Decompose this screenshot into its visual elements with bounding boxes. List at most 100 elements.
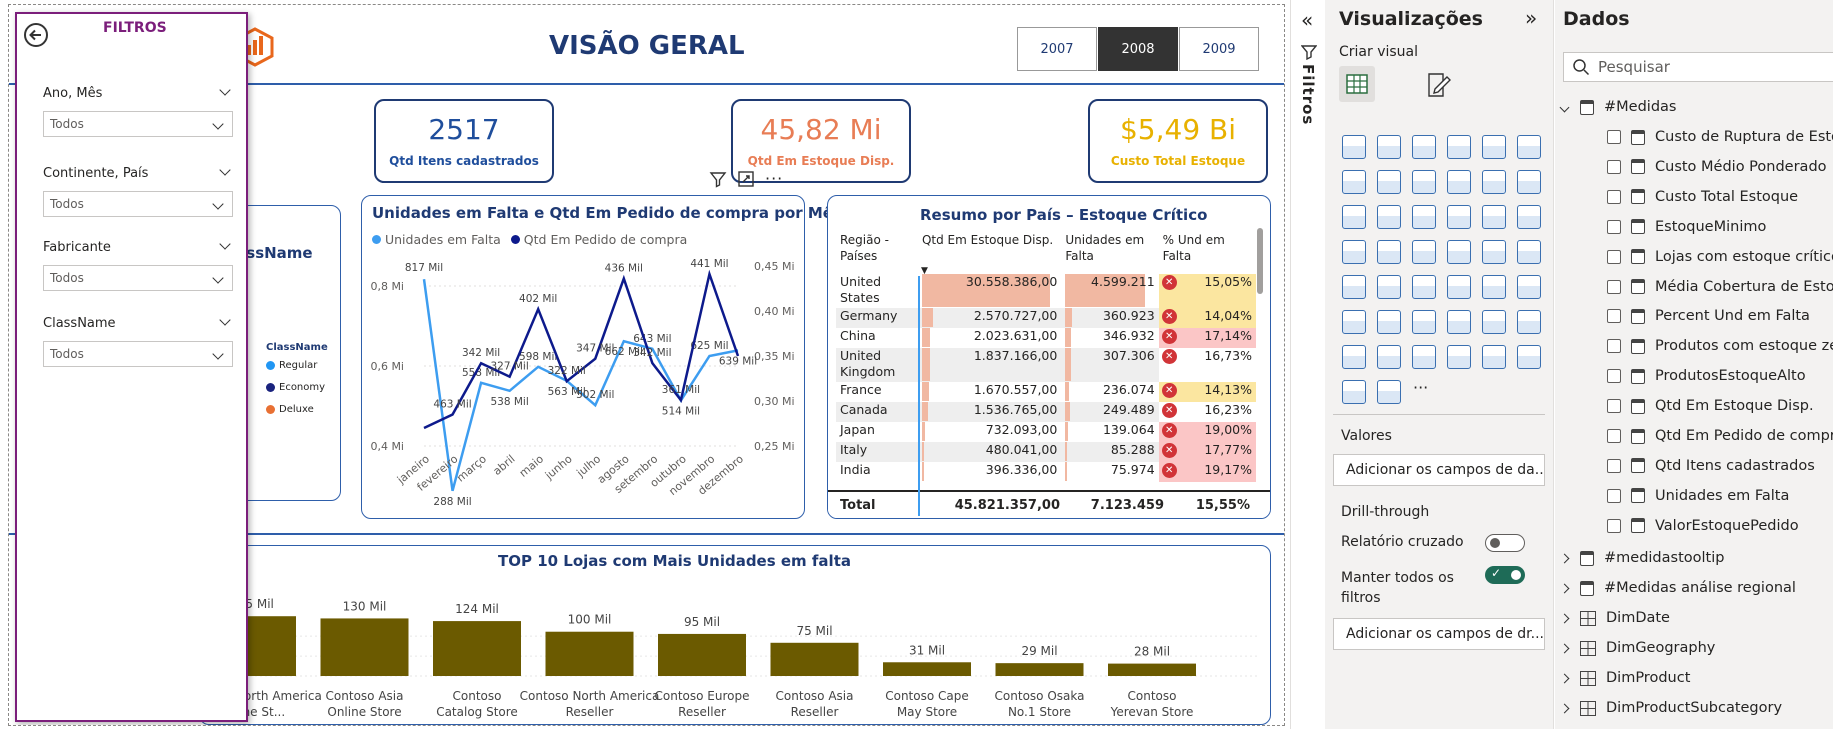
stacked-area-icon[interactable] xyxy=(1412,170,1436,194)
checkbox[interactable] xyxy=(1607,488,1621,503)
table-item[interactable]: DimProductSubcategory xyxy=(1559,697,1782,719)
col-header-stock[interactable]: Qtd Em Estoque Disp. xyxy=(918,230,1061,274)
key-influencers-icon[interactable] xyxy=(1342,310,1366,334)
area-chart-icon[interactable] xyxy=(1377,170,1401,194)
stacked-column-icon[interactable] xyxy=(1377,135,1401,159)
treemap-icon[interactable] xyxy=(1517,205,1541,229)
goals-icon[interactable] xyxy=(1517,310,1541,334)
map-icon[interactable] xyxy=(1342,240,1366,264)
field-item[interactable]: EstoqueMinimo xyxy=(1607,216,1766,238)
table-row[interactable]: Japan 732.093,00 139.064 ✕ 19,00% xyxy=(836,422,1256,442)
build-visual-tab[interactable] xyxy=(1339,66,1375,102)
matrix-icon[interactable] xyxy=(1447,275,1471,299)
checkbox[interactable] xyxy=(1607,159,1621,174)
clustered-column-icon[interactable] xyxy=(1447,135,1471,159)
100-bar-icon[interactable] xyxy=(1482,135,1506,159)
back-arrow-icon[interactable] xyxy=(23,22,49,48)
table-row[interactable]: Germany 2.570.727,00 360.923 ✕ 14,04% xyxy=(836,308,1256,328)
checkbox[interactable] xyxy=(1607,189,1621,204)
r-visual-icon[interactable] xyxy=(1482,275,1506,299)
drill-through-drop-zone[interactable]: Adicionar os campos de dr... xyxy=(1333,618,1545,650)
gauge-icon[interactable] xyxy=(1447,240,1471,264)
filled-map-icon[interactable] xyxy=(1377,240,1401,264)
azure-map-icon[interactable] xyxy=(1412,240,1436,264)
year-tab-2009[interactable]: 2009 xyxy=(1179,27,1259,71)
checkbox[interactable] xyxy=(1607,130,1621,144)
focus-mode-icon[interactable] xyxy=(737,170,755,188)
chevron-down-icon[interactable] xyxy=(219,238,231,250)
bar[interactable] xyxy=(545,631,634,676)
kpi-icon[interactable] xyxy=(1342,275,1366,299)
field-item[interactable]: Custo Médio Ponderado xyxy=(1607,156,1827,178)
bar-chart-card[interactable]: TOP 10 Lojas com Mais Unidades em falta … xyxy=(182,545,1271,725)
pie-icon[interactable] xyxy=(1447,205,1471,229)
field-item[interactable]: Média Cobertura de Estoque xyxy=(1607,276,1833,298)
checkbox[interactable] xyxy=(1607,429,1621,443)
collapse-left-icon[interactable]: « xyxy=(1301,8,1313,32)
table-row[interactable]: Canada 1.536.765,00 249.489 ✕ 16,23% xyxy=(836,402,1256,422)
field-item[interactable]: Qtd Itens cadastrados xyxy=(1607,455,1815,477)
field-item[interactable]: Lojas com estoque crítico xyxy=(1607,246,1833,268)
search-input[interactable]: Pesquisar xyxy=(1598,58,1670,76)
checkbox[interactable] xyxy=(1607,249,1621,264)
cross-report-toggle[interactable] xyxy=(1485,534,1525,552)
bar[interactable] xyxy=(995,663,1084,676)
checkbox[interactable] xyxy=(1607,369,1621,384)
table-row[interactable]: India 396.336,00 75.974 ✕ 19,17% xyxy=(836,462,1256,482)
line-chart-icon[interactable] xyxy=(1342,170,1366,194)
report-icon[interactable] xyxy=(1342,345,1366,369)
field-item[interactable]: ProdutosEstoqueAlto xyxy=(1607,365,1806,387)
line-chart-card[interactable]: Unidades em Falta e Qtd Em Pedido de com… xyxy=(361,195,842,519)
bar[interactable] xyxy=(1108,663,1196,676)
field-item[interactable]: Produtos com estoque zero xyxy=(1607,335,1833,357)
table-scrollbar[interactable] xyxy=(1257,228,1263,294)
table-measures[interactable]: #Medidas xyxy=(1559,96,1676,118)
kpi-card-items[interactable]: 2517 Qtd Itens cadastrados xyxy=(374,99,554,183)
export-icon[interactable] xyxy=(1482,345,1506,369)
line-stacked-icon[interactable] xyxy=(1517,170,1541,194)
line-column-icon[interactable] xyxy=(1482,170,1506,194)
table-item[interactable]: DimGeography xyxy=(1559,637,1715,659)
field-item[interactable]: Custo de Ruptura de Estoque xyxy=(1607,126,1833,148)
checkbox[interactable] xyxy=(1607,518,1621,533)
table-row[interactable]: China 2.023.631,00 346.932 ✕ 17,14% xyxy=(836,328,1256,348)
values-drop-zone[interactable]: Adicionar os campos de da... xyxy=(1333,454,1545,486)
table-item[interactable]: DimProduct xyxy=(1559,667,1690,689)
more-options-icon[interactable]: ··· xyxy=(765,169,783,188)
year-tab-2007[interactable]: 2007 xyxy=(1017,27,1097,71)
multirow-card-icon[interactable] xyxy=(1517,240,1541,264)
checkbox[interactable] xyxy=(1607,339,1621,354)
bar[interactable] xyxy=(770,642,859,676)
scatter-icon[interactable] xyxy=(1412,205,1436,229)
bar[interactable] xyxy=(658,633,746,676)
keep-filters-toggle[interactable]: ✓ xyxy=(1485,566,1525,584)
checkbox[interactable] xyxy=(1607,399,1621,414)
filter-dropdown[interactable]: Todos xyxy=(43,111,233,137)
custom-visual-icon[interactable] xyxy=(1517,345,1541,369)
waterfall-icon[interactable] xyxy=(1342,205,1366,229)
field-item[interactable]: Qtd Em Pedido de compra xyxy=(1607,425,1833,447)
table-item[interactable]: #medidastooltip xyxy=(1559,547,1724,569)
checkbox[interactable] xyxy=(1607,458,1621,473)
filter-visual-icon[interactable] xyxy=(1447,345,1471,369)
filters-pane-collapsed[interactable]: « Filtros xyxy=(1290,0,1325,729)
col-header-country[interactable]: Região - Países xyxy=(836,230,918,274)
table-item[interactable]: #Medidas análise regional xyxy=(1559,577,1796,599)
donut-icon[interactable] xyxy=(1482,205,1506,229)
filter-dropdown[interactable]: Todos xyxy=(43,341,233,367)
chevrons-icon[interactable] xyxy=(1377,380,1401,404)
expand-right-icon[interactable]: » xyxy=(1525,6,1537,30)
filter-dropdown[interactable]: Todos xyxy=(43,265,233,291)
filter-icon[interactable] xyxy=(709,170,727,188)
clustered-bar-icon[interactable] xyxy=(1412,135,1436,159)
diamond-icon[interactable] xyxy=(1342,380,1366,404)
checkbox[interactable] xyxy=(1607,279,1621,294)
table-row[interactable]: United States 30.558.386,00 4.599.211 ✕ 15,0… xyxy=(836,274,1256,308)
table-icon[interactable] xyxy=(1412,275,1436,299)
ribbon-icon[interactable] xyxy=(1447,170,1471,194)
field-item[interactable]: ValorEstoquePedido xyxy=(1607,515,1799,537)
chevron-down-icon[interactable] xyxy=(219,84,231,96)
chevron-down-icon[interactable] xyxy=(219,314,231,326)
country-table-card[interactable]: Resumo por País – Estoque Crítico Região… xyxy=(827,195,1271,519)
col-header-pct[interactable]: % Und em Falta xyxy=(1159,230,1256,274)
